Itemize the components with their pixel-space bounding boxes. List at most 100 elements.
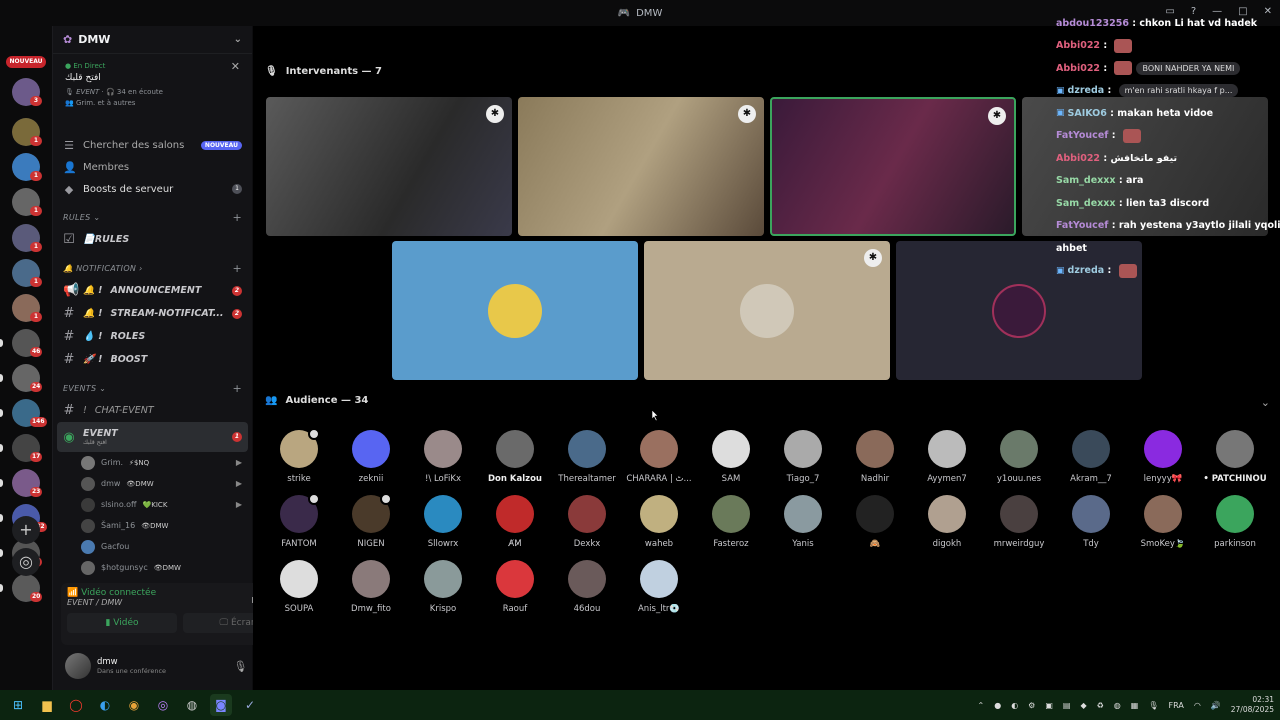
speaker-avatar-tile[interactable] (392, 241, 638, 380)
sidebar-item-browse-channels[interactable]: ☰ Chercher des salons NOUVEAU (53, 134, 252, 156)
wifi-icon[interactable]: ◠ (1194, 701, 1201, 710)
app-icon[interactable]: ◍ (181, 694, 203, 716)
audience-member[interactable]: 🙈 (839, 495, 911, 549)
audience-member[interactable]: Nadhir (839, 430, 911, 484)
audience-member[interactable]: Tiago_7 (767, 430, 839, 484)
audience-member[interactable]: SOUPA (263, 560, 335, 614)
audience-member[interactable]: zeknii (335, 430, 407, 484)
channel-chat-event[interactable]: #! CHAT-EVENT (53, 399, 252, 422)
audience-member[interactable]: Ayymen7 (911, 430, 983, 484)
unread-pill (0, 444, 3, 452)
channel-boost[interactable]: # 🚀 ! BOOST (53, 348, 252, 371)
chrome-icon[interactable]: ◉ (123, 694, 145, 716)
audience-member[interactable]: Dmw_fito (335, 560, 407, 614)
tray-app-icon[interactable]: ♻ (1097, 701, 1104, 710)
audience-member[interactable]: Therealtamer (551, 430, 623, 484)
speaker-video-tile[interactable]: ✱ (266, 97, 512, 236)
tray-app-icon[interactable]: ▤ (1063, 701, 1071, 710)
audience-member[interactable]: lenyyy🎀 (1127, 430, 1199, 484)
chevron-down-icon[interactable]: ⌄ (1261, 396, 1270, 409)
avatar[interactable] (65, 653, 91, 679)
audience-member[interactable]: CHARARA | ٹ... (623, 430, 695, 484)
tray-app-icon[interactable]: ▣ (1045, 701, 1053, 710)
voice-member[interactable]: Grim. ⚡$NQ ▶ (53, 452, 252, 473)
audience-member[interactable]: 46dou (551, 560, 623, 614)
voice-member[interactable]: dmw 👁DMW ▶ (53, 473, 252, 494)
channel-roles[interactable]: # 💧 ! ROLES (53, 325, 252, 348)
audience-member[interactable]: Don Kalzou (479, 430, 551, 484)
opera-icon[interactable]: ◯ (65, 694, 87, 716)
audience-member[interactable]: y1ouu.nes (983, 430, 1055, 484)
category-rules[interactable]: RULES ⌄ + (53, 206, 252, 228)
live-stage-card[interactable]: ✕ ● En Direct افتح قلبك 🎙 EVENT · 🎧 34 e… (59, 58, 246, 130)
channel-announcement[interactable]: 📢 🔔 ! ANNOUNCEMENT 2 (53, 279, 252, 302)
discord-icon[interactable]: ◙ (210, 694, 232, 716)
audience-member[interactable]: SmoKey🍃 (1127, 495, 1199, 549)
audience-member[interactable]: waheb (623, 495, 695, 549)
tray-app-icon[interactable]: ◆ (1080, 701, 1086, 710)
channel-rules[interactable]: ☑ 📄RULES (53, 228, 252, 251)
tray-app-icon[interactable]: ◐ (1011, 701, 1018, 710)
audience-member[interactable]: strike (263, 428, 335, 484)
messenger-icon[interactable]: ◎ (152, 694, 174, 716)
steam-tray-icon[interactable]: ◍ (1114, 701, 1121, 710)
tray-app-icon[interactable]: ⚙ (1028, 701, 1035, 710)
discover-icon[interactable]: ◎ (12, 548, 40, 576)
audience-member[interactable]: digokh (911, 495, 983, 549)
avatar (424, 560, 462, 598)
language-indicator[interactable]: FRA (1169, 701, 1184, 710)
audience-member[interactable]: SAM (695, 430, 767, 484)
network-icon[interactable]: ▦ (1131, 701, 1139, 710)
file-explorer-icon[interactable]: ▆ (36, 694, 58, 716)
channel-stream-notifications[interactable]: # 🔔 ! STREAM-NOTIFICAT... 2 (53, 302, 252, 325)
add-channel-icon[interactable]: + (232, 382, 242, 395)
sidebar-item-boosts[interactable]: ◆ Boosts de serveur 1 (53, 178, 252, 200)
audience-member[interactable]: Krispo (407, 560, 479, 614)
server-header[interactable]: ✿ DMW ⌄ (53, 26, 252, 54)
speaker-avatar-tile[interactable]: ✱ (644, 241, 890, 380)
audience-member[interactable]: Fasteroz (695, 495, 767, 549)
audience-member[interactable]: Dexkx (551, 495, 623, 549)
speaker-video-tile[interactable]: ✱ (770, 97, 1016, 236)
category-events[interactable]: EVENTS ⌄ + (53, 377, 252, 399)
voice-member[interactable]: $hotgunsyc 👁DMW (53, 557, 252, 578)
audience-member[interactable]: Tdy (1055, 495, 1127, 549)
voice-member[interactable]: Gacfou (53, 536, 252, 557)
avatar (496, 430, 534, 468)
chevron-up-icon[interactable]: ⌃ (978, 701, 985, 710)
audience-member[interactable]: NIGEN (335, 493, 407, 549)
clock[interactable]: 02:31 27/08/2025 (1231, 695, 1274, 715)
windows-start-icon[interactable]: ⊞ (7, 694, 29, 716)
sidebar-item-members[interactable]: 👤 Membres (53, 156, 252, 178)
add-channel-icon[interactable]: + (232, 211, 242, 224)
channel-event-stage[interactable]: ◉ EVENT افتح قلبك 1 (57, 422, 248, 452)
steam-icon[interactable]: ✓ (239, 694, 261, 716)
voice-member[interactable]: Šami_16 👁DMW (53, 515, 252, 536)
microphone-icon[interactable]: 🎙 (1148, 701, 1158, 710)
audience-member[interactable]: mrweirdguy (983, 495, 1055, 549)
category-notification[interactable]: 🔔 NOTIFICATION › + (53, 257, 252, 279)
video-button[interactable]: ▮ Vidéo (67, 613, 177, 633)
close-icon[interactable]: ✕ (231, 60, 240, 73)
tray-app-icon[interactable]: ● (994, 701, 1001, 710)
volume-icon[interactable]: 🔊 (1211, 701, 1221, 710)
speaker-video-tile[interactable]: ✱ (518, 97, 764, 236)
microphone-icon[interactable]: 🎙 (233, 660, 247, 673)
avatar (1072, 430, 1110, 468)
audience-member[interactable]: Raouf (479, 560, 551, 614)
audience-member[interactable]: parkinson (1199, 495, 1271, 549)
audience-member[interactable]: • PATCHINOU (1199, 430, 1271, 484)
audience-member[interactable]: Anis_ltr💿 (623, 560, 695, 614)
add-channel-icon[interactable]: + (232, 262, 242, 275)
add-server-button[interactable]: + (12, 516, 40, 544)
audience-member[interactable]: FANTOM (263, 493, 335, 549)
audience-member[interactable]: Yanis (767, 495, 839, 549)
avatar (856, 495, 894, 533)
edge-icon[interactable]: ◐ (94, 694, 116, 716)
audience-member[interactable]: !\ LoFiKx (407, 430, 479, 484)
voice-member[interactable]: slsino.off 💚KICK ▶ (53, 494, 252, 515)
audience-member[interactable]: A̸M̸ (479, 495, 551, 549)
audience-member[interactable]: Akram__7 (1055, 430, 1127, 484)
avatar (712, 495, 750, 533)
audience-member[interactable]: Sllowrx (407, 495, 479, 549)
